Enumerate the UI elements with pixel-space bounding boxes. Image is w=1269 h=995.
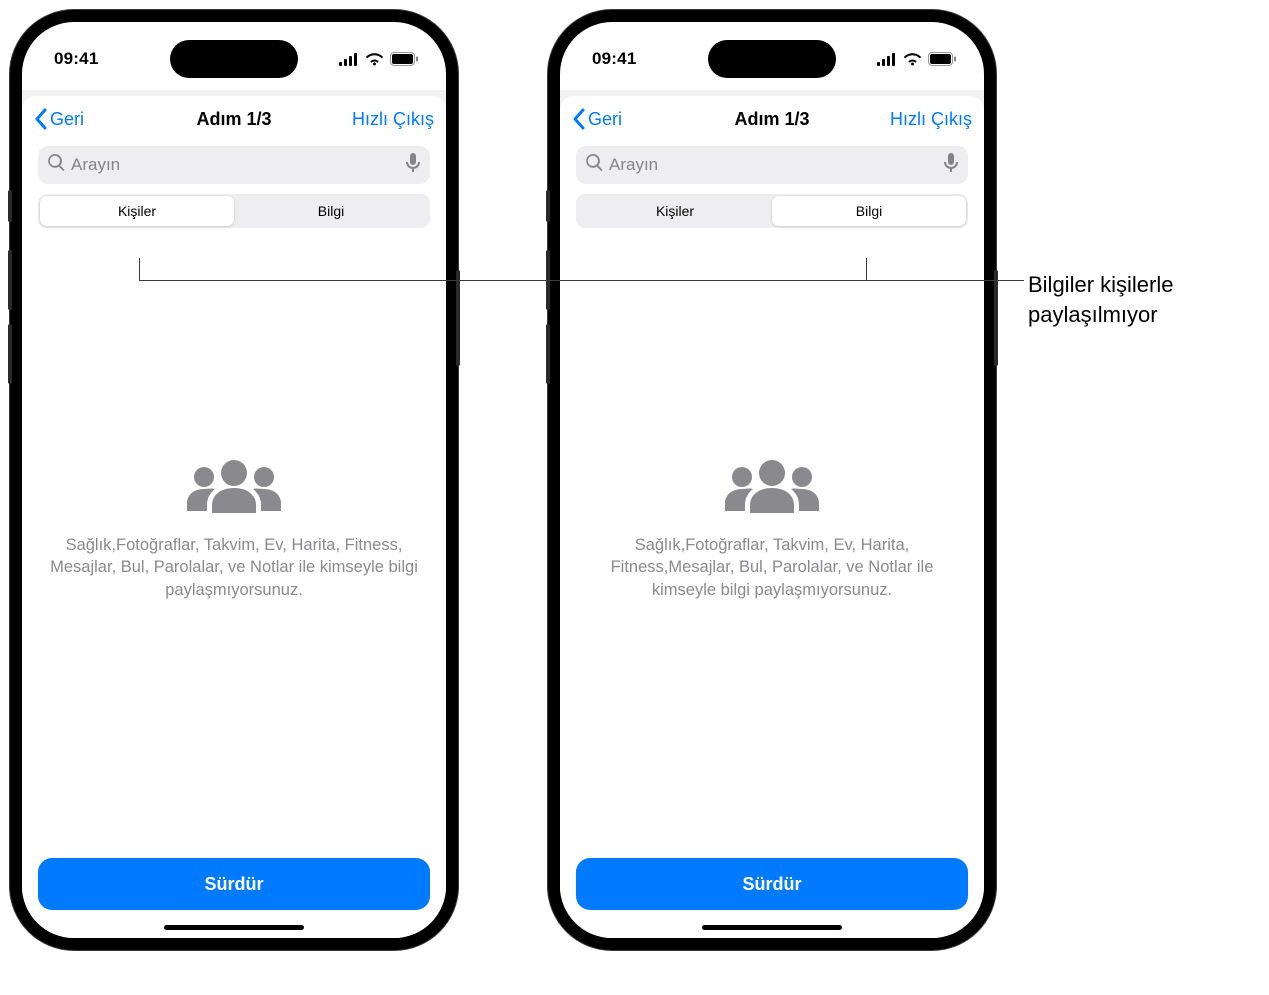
search-bar[interactable] — [576, 146, 968, 184]
dynamic-island — [708, 40, 836, 78]
side-button — [8, 190, 12, 222]
segment-people[interactable]: Kişiler — [40, 196, 234, 226]
quick-exit-button[interactable]: Hızlı Çıkış — [344, 109, 434, 130]
search-input[interactable] — [609, 155, 938, 175]
side-button — [994, 270, 998, 366]
side-button — [546, 190, 550, 222]
callout-label: Bilgiler kişilerle paylaşılmıyor — [1028, 270, 1269, 329]
page-title: Adım 1/3 — [662, 109, 882, 130]
side-button — [546, 324, 550, 384]
back-button[interactable]: Geri — [572, 108, 662, 130]
battery-icon — [928, 52, 956, 66]
search-bar[interactable] — [38, 146, 430, 184]
battery-icon — [390, 52, 418, 66]
segment-info[interactable]: Bilgi — [234, 196, 428, 226]
page-title: Adım 1/3 — [124, 109, 344, 130]
cellular-icon — [339, 53, 359, 66]
wifi-icon — [365, 52, 384, 66]
back-label: Geri — [50, 109, 84, 130]
empty-state: Sağlık,Fotoğraflar, Takvim, Ev, Harita, … — [22, 240, 446, 938]
continue-button[interactable]: Sürdür — [576, 858, 968, 910]
search-icon — [586, 154, 603, 176]
status-time: 09:41 — [54, 49, 98, 69]
callout-connector — [139, 258, 140, 280]
empty-state: Sağlık,Fotoğraflar, Takvim, Ev, Harita, … — [560, 240, 984, 938]
navigation-bar: Geri Adım 1/3 Hızlı Çıkış — [22, 96, 446, 142]
home-indicator[interactable] — [702, 925, 842, 930]
segmented-control: Kişiler Bilgi — [576, 194, 968, 228]
side-button — [8, 250, 12, 310]
cellular-icon — [877, 53, 897, 66]
navigation-bar: Geri Adım 1/3 Hızlı Çıkış — [560, 96, 984, 142]
empty-state-text: Sağlık,Fotoğraflar, Takvim, Ev, Harita, … — [49, 534, 419, 601]
search-input[interactable] — [71, 155, 400, 175]
search-icon — [48, 154, 65, 176]
callout-connector — [866, 258, 867, 280]
status-time: 09:41 — [592, 49, 636, 69]
empty-state-text: Sağlık,Fotoğraflar, Takvim, Ev, Harita, … — [587, 534, 957, 601]
phone-frame-left: 09:41 — [10, 10, 458, 950]
dynamic-island — [170, 40, 298, 78]
back-label: Geri — [588, 109, 622, 130]
continue-button[interactable]: Sürdür — [38, 858, 430, 910]
microphone-icon[interactable] — [944, 153, 958, 178]
quick-exit-button[interactable]: Hızlı Çıkış — [882, 109, 972, 130]
side-button — [456, 270, 460, 366]
phone-frame-right: 09:41 — [548, 10, 996, 950]
people-icon — [179, 457, 289, 522]
segmented-control: Kişiler Bilgi — [38, 194, 430, 228]
callout-connector — [139, 280, 1024, 281]
side-button — [8, 324, 12, 384]
microphone-icon[interactable] — [406, 153, 420, 178]
segment-people[interactable]: Kişiler — [578, 196, 772, 226]
wifi-icon — [903, 52, 922, 66]
home-indicator[interactable] — [164, 925, 304, 930]
segment-info[interactable]: Bilgi — [772, 196, 966, 226]
people-icon — [717, 457, 827, 522]
back-button[interactable]: Geri — [34, 108, 124, 130]
